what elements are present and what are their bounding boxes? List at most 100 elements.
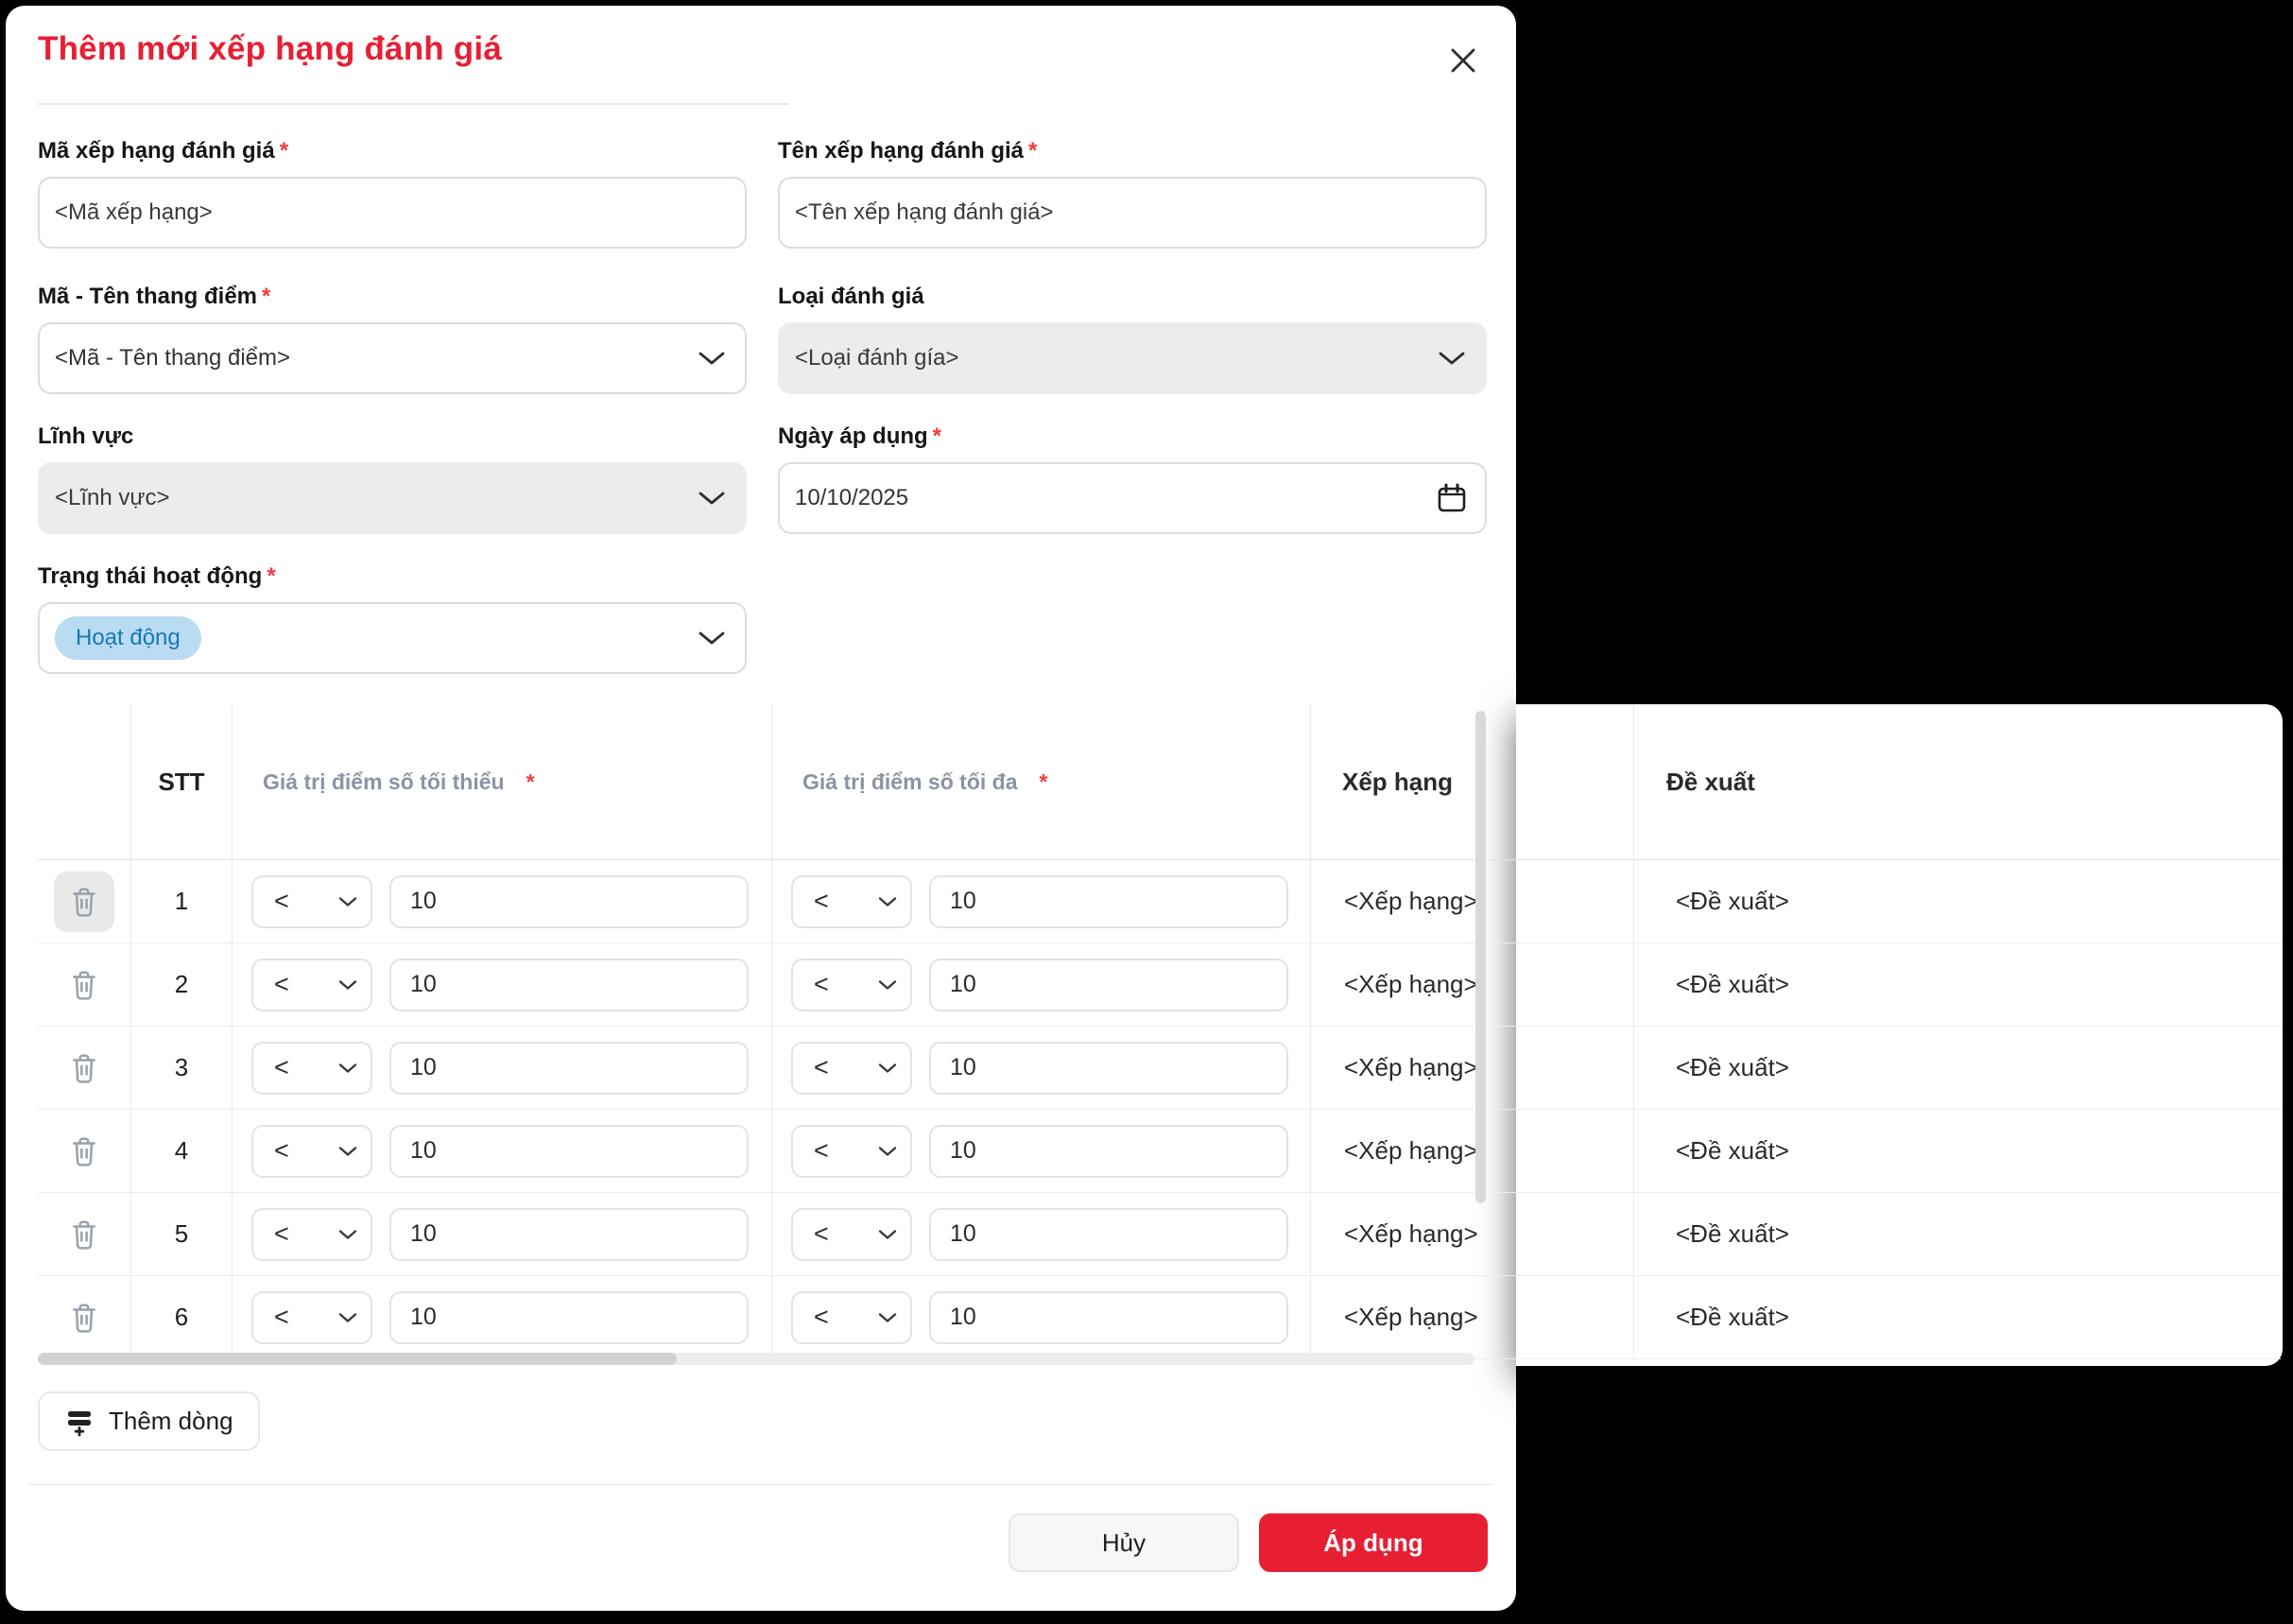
- add-row-label: Thêm dòng: [109, 1407, 233, 1435]
- operator-value: <: [274, 1136, 289, 1165]
- chevron-down-icon: [338, 1229, 357, 1239]
- close-icon: [1451, 48, 1475, 73]
- proposal-cell[interactable]: <Đề xuất>: [1634, 1027, 2281, 1110]
- horizontal-scrollbar-thumb[interactable]: [38, 1353, 677, 1365]
- trash-icon: [73, 1219, 95, 1250]
- min-operator-select[interactable]: <: [251, 1124, 372, 1178]
- required-asterisk: *: [1028, 138, 1038, 164]
- proposal-cell[interactable]: <Đề xuất>: [1634, 860, 2281, 943]
- min-value-input[interactable]: 10: [389, 1041, 749, 1095]
- table-cell-min: < 10: [233, 1027, 772, 1110]
- table-cell-max: < 10: [772, 860, 1311, 943]
- field-label: Trạng thái hoạt động *: [38, 563, 276, 589]
- ten-xep-hang-input[interactable]: [778, 177, 1487, 249]
- min-value-input[interactable]: 10: [389, 1124, 749, 1178]
- delete-row-button[interactable]: [54, 1038, 114, 1098]
- max-operator-select[interactable]: <: [791, 1290, 912, 1344]
- min-operator-select[interactable]: <: [251, 1290, 372, 1344]
- field-label: Mã - Tên thang điểm *: [38, 284, 271, 309]
- max-value-input[interactable]: 10: [929, 1124, 1288, 1178]
- row-stt: 1: [131, 860, 233, 943]
- chevron-down-icon: [878, 1312, 897, 1322]
- operator-value: <: [274, 1219, 289, 1248]
- min-operator-select[interactable]: <: [251, 958, 372, 1011]
- min-operator-select[interactable]: <: [251, 874, 372, 928]
- operator-value: <: [814, 970, 829, 998]
- delete-row-button[interactable]: [54, 871, 114, 932]
- required-asterisk: *: [932, 423, 942, 449]
- rank-cell[interactable]: <Xếp hạng>: [1311, 1110, 1634, 1193]
- rank-cell[interactable]: <Xếp hạng>: [1311, 1276, 1634, 1359]
- proposal-cell[interactable]: <Đề xuất>: [1634, 943, 2281, 1027]
- delete-row-button[interactable]: [54, 1204, 114, 1265]
- field-ten-xep-hang: Tên xếp hạng đánh giá *: [778, 138, 1487, 249]
- apply-button[interactable]: Áp dụng: [1259, 1513, 1488, 1572]
- rank-cell[interactable]: <Xếp hạng>: [1311, 1027, 1634, 1110]
- table-cell-max: < 10: [772, 1110, 1311, 1193]
- add-row-button[interactable]: Thêm dòng: [38, 1391, 260, 1451]
- chevron-down-icon: [338, 1063, 357, 1073]
- operator-value: <: [814, 1303, 829, 1331]
- chevron-down-icon: [878, 896, 897, 907]
- vertical-scrollbar-thumb[interactable]: [1475, 711, 1486, 1203]
- max-operator-select[interactable]: <: [791, 1207, 912, 1261]
- max-operator-select[interactable]: <: [791, 958, 912, 1011]
- field-ma-xep-hang: Mã xếp hạng đánh giá *: [38, 138, 747, 249]
- operator-value: <: [274, 1303, 289, 1331]
- divider: [28, 1484, 1493, 1485]
- col-header-min: Giá trị điểm số tối thiểu *: [233, 704, 772, 860]
- table-cell-delete: [38, 1276, 131, 1359]
- max-operator-select[interactable]: <: [791, 1124, 912, 1178]
- delete-row-button[interactable]: [54, 1287, 114, 1348]
- trang-thai-select[interactable]: Hoạt động: [38, 602, 747, 674]
- ngay-ap-dung-input[interactable]: 10/10/2025: [778, 462, 1487, 534]
- chevron-down-icon: [338, 979, 357, 990]
- col-header-proposal: Đề xuất: [1634, 704, 2281, 860]
- field-label: Ngày áp dụng *: [778, 423, 942, 449]
- min-value-input[interactable]: 10: [389, 1207, 749, 1261]
- chevron-down-icon: [698, 631, 725, 645]
- rank-cell[interactable]: <Xếp hạng>: [1311, 1193, 1634, 1276]
- row-stt: 3: [131, 1027, 233, 1110]
- ma-xep-hang-input[interactable]: [38, 177, 747, 249]
- max-value-input[interactable]: 10: [929, 1041, 1288, 1095]
- operator-value: <: [814, 1053, 829, 1081]
- field-trang-thai: Trạng thái hoạt động * Hoạt động: [38, 563, 747, 674]
- max-value-input[interactable]: 10: [929, 874, 1288, 928]
- chevron-down-icon: [878, 1146, 897, 1156]
- table-cell-min: < 10: [233, 860, 772, 943]
- min-value-input[interactable]: 10: [389, 874, 749, 928]
- delete-row-button[interactable]: [54, 955, 114, 1015]
- proposal-cell[interactable]: <Đề xuất>: [1634, 1193, 2281, 1276]
- min-value-input[interactable]: 10: [389, 958, 749, 1011]
- max-operator-select[interactable]: <: [791, 1041, 912, 1095]
- trash-icon: [73, 1053, 95, 1083]
- delete-row-button[interactable]: [54, 1121, 114, 1182]
- max-value-input[interactable]: 10: [929, 958, 1288, 1011]
- row-stt: 4: [131, 1110, 233, 1193]
- max-value-input[interactable]: 10: [929, 1207, 1288, 1261]
- table-cell-delete: [38, 1110, 131, 1193]
- table-cell-delete: [38, 943, 131, 1027]
- max-operator-select[interactable]: <: [791, 874, 912, 928]
- min-operator-select[interactable]: <: [251, 1041, 372, 1095]
- required-asterisk: *: [279, 138, 289, 164]
- operator-value: <: [814, 1219, 829, 1248]
- rank-cell[interactable]: <Xếp hạng>: [1311, 860, 1634, 943]
- trash-icon: [73, 1303, 95, 1333]
- loai-danh-gia-select: <Loại đánh gía>: [778, 322, 1487, 394]
- max-value-input[interactable]: 10: [929, 1290, 1288, 1344]
- calendar-icon[interactable]: [1436, 482, 1468, 514]
- proposal-cell[interactable]: <Đề xuất>: [1634, 1110, 2281, 1193]
- add-row-icon: [68, 1410, 91, 1436]
- min-operator-select[interactable]: <: [251, 1207, 372, 1261]
- field-linh-vuc: Lĩnh vực <Lĩnh vực>: [38, 423, 747, 534]
- min-value-input[interactable]: 10: [389, 1290, 749, 1344]
- trash-icon: [73, 1136, 95, 1166]
- table-cell-max: < 10: [772, 943, 1311, 1027]
- close-button[interactable]: [1439, 36, 1488, 85]
- cancel-button[interactable]: Hủy: [1009, 1513, 1239, 1572]
- proposal-cell[interactable]: <Đề xuất>: [1634, 1276, 2281, 1359]
- ma-ten-thang-diem-select[interactable]: <Mã - Tên thang điểm>: [38, 322, 747, 394]
- rank-cell[interactable]: <Xếp hạng>: [1311, 943, 1634, 1027]
